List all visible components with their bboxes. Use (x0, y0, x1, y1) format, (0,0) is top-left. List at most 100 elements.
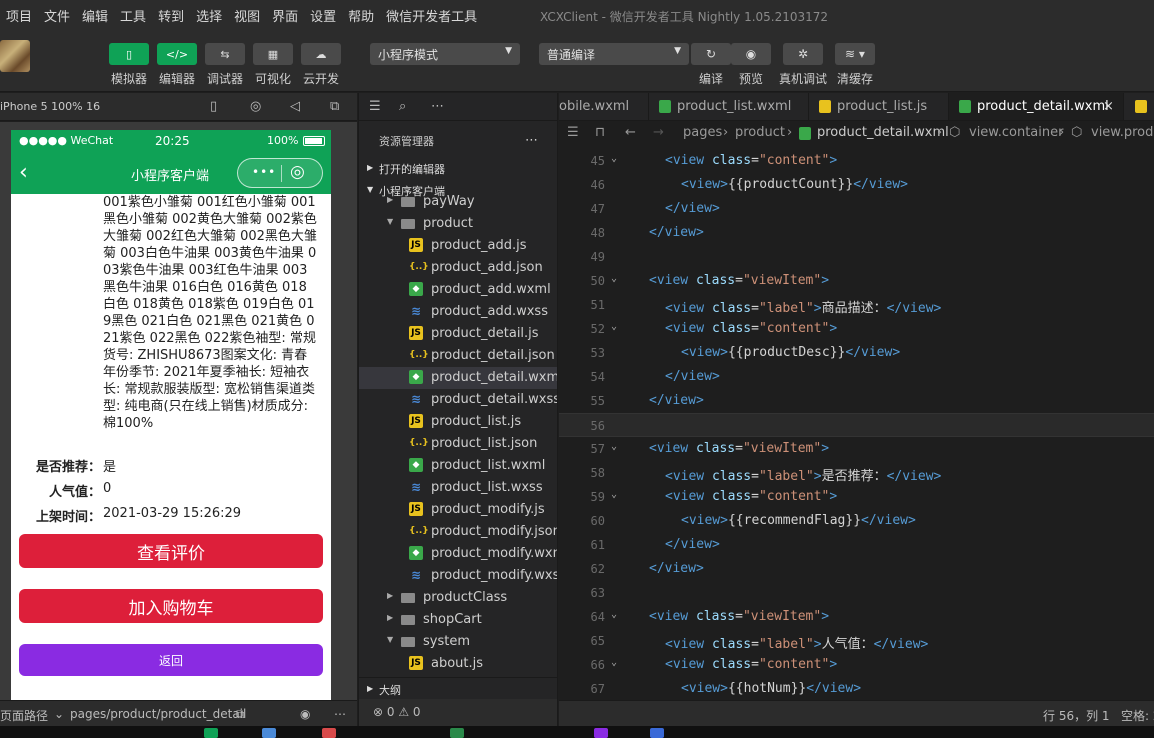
editor-tab[interactable]: product_list.wxml (649, 93, 809, 120)
code-line[interactable]: 58 <view class="label">是否推荐：</view> (559, 461, 1154, 485)
cloud-button[interactable]: ☁ (301, 43, 341, 65)
menu-item[interactable]: 设置 (304, 6, 342, 25)
fold-chevron-icon[interactable]: ⌄ (611, 321, 617, 332)
app-icon[interactable] (322, 728, 336, 738)
menu-item[interactable]: 项目 (0, 6, 38, 25)
menu-item[interactable]: 文件 (38, 6, 76, 25)
clear-cache-button[interactable]: ≋ ▾ (835, 43, 875, 65)
fold-chevron-icon[interactable]: ⌄ (611, 441, 617, 452)
tree-file[interactable]: JS product_add.js (359, 235, 557, 257)
code-line[interactable]: 53 <view>{{productDesc}}</view> (559, 341, 1154, 365)
menu-item[interactable]: 微信开发者工具 (380, 6, 483, 25)
tree-folder[interactable]: ▶ payWay (359, 191, 557, 213)
simulator-toggle-button[interactable]: ▯ (109, 43, 149, 65)
tree-file[interactable]: ◆ product_modify.wxml (359, 543, 557, 565)
code-line[interactable]: 54 </view> (559, 365, 1154, 389)
menu-item[interactable]: 界面 (266, 6, 304, 25)
compile-button[interactable]: ↻ (691, 43, 731, 65)
more-icon[interactable]: ⋯ (334, 707, 346, 721)
code-line[interactable]: 62 </view> (559, 557, 1154, 581)
app-icon[interactable] (204, 728, 218, 738)
view-reviews-button[interactable]: 查看评价 (19, 534, 323, 568)
breadcrumb-item[interactable]: product (735, 125, 785, 140)
app-icon[interactable] (450, 728, 464, 738)
code-line[interactable]: 48 </view> (559, 221, 1154, 245)
popout-icon[interactable]: ⧉ (330, 99, 339, 114)
add-to-cart-button[interactable]: 加入购物车 (19, 589, 323, 623)
code-line[interactable]: 65 <view class="label">人气值：</view> (559, 629, 1154, 653)
app-icon[interactable] (650, 728, 664, 738)
code-line[interactable]: 45 ⌄ <view class="content"> (559, 149, 1154, 173)
device-icon[interactable]: ▯ (210, 99, 217, 114)
editor-tab[interactable]: product_list.js (809, 93, 949, 120)
tree-file[interactable]: {..} product_modify.json (359, 521, 557, 543)
tree-file[interactable]: ≋ product_modify.wxss (359, 565, 557, 587)
code-line[interactable]: 67 <view>{{hotNum}}</view> (559, 677, 1154, 700)
code-line[interactable]: 46 <view>{{productCount}}</view> (559, 173, 1154, 197)
cursor-position[interactable]: 行 56，列 1 (1043, 707, 1110, 724)
menu-item[interactable]: 工具 (114, 6, 152, 25)
avatar[interactable] (0, 40, 30, 72)
menu-item[interactable]: 编辑 (76, 6, 114, 25)
editor-toggle-button[interactable]: </> (157, 43, 197, 65)
tree-file[interactable]: {..} product_add.json (359, 257, 557, 279)
tree-file[interactable]: ◆ product_add.wxml (359, 279, 557, 301)
volume-icon[interactable]: ◁ (290, 99, 300, 114)
code-line[interactable]: 59 ⌄ <view class="content"> (559, 485, 1154, 509)
back-button[interactable]: 返回 (19, 644, 323, 676)
tree-file[interactable]: JS product_list.js (359, 411, 557, 433)
close-icon[interactable]: × (1103, 99, 1114, 114)
arrow-right-icon[interactable]: → (653, 125, 664, 140)
preview-button[interactable]: ◉ (731, 43, 771, 65)
tree-file[interactable]: JS about.js (359, 653, 557, 675)
menu-item[interactable]: 转到 (152, 6, 190, 25)
code-line[interactable]: 47 </view> (559, 197, 1154, 221)
app-icon[interactable] (262, 728, 276, 738)
mode-select[interactable]: 小程序模式 ▼ (370, 43, 520, 65)
code-line[interactable]: 55 </view> (559, 389, 1154, 413)
tree-file[interactable]: ◆ product_detail.wxml (359, 367, 557, 389)
more-icon[interactable]: ⋯ (525, 133, 538, 148)
tree-file[interactable]: ◆ product_list.wxml (359, 455, 557, 477)
fold-chevron-icon[interactable]: ⌄ (611, 273, 617, 284)
menu-item[interactable]: 选择 (190, 6, 228, 25)
compile-select[interactable]: 普通编译 ▼ (539, 43, 689, 65)
tree-file[interactable]: ≋ product_detail.wxss (359, 389, 557, 411)
debugger-toggle-button[interactable]: ⇆ (205, 43, 245, 65)
more-icon[interactable]: ⋯ (431, 99, 444, 114)
outline-section[interactable]: ▶ 大纲 (359, 677, 557, 699)
search-icon[interactable]: ⌕ (399, 99, 406, 114)
list-icon[interactable]: ☰ (567, 125, 579, 140)
code-line[interactable]: 56 (559, 413, 1154, 437)
code-line[interactable]: 49 (559, 245, 1154, 269)
fold-chevron-icon[interactable]: ⌄ (611, 657, 617, 668)
editor-tab[interactable]: product_detail.wxml × (949, 93, 1124, 120)
fold-chevron-icon[interactable]: ⌄ (611, 489, 617, 500)
indent-setting[interactable]: 空格: 2 (1121, 707, 1154, 724)
breadcrumb-item[interactable]: pages (683, 125, 722, 140)
tree-folder[interactable]: ▼ system (359, 631, 557, 653)
editor-tab[interactable]: obile.wxml (559, 93, 649, 120)
tree-file[interactable]: ≋ product_list.wxss (359, 477, 557, 499)
close-circle-icon[interactable]: ◎ (290, 162, 305, 182)
device-select[interactable]: iPhone 5 100% 16 (0, 100, 100, 113)
record-icon[interactable]: ◎ (250, 99, 261, 114)
chevron-down-icon[interactable]: ⌄ (54, 707, 64, 721)
fold-chevron-icon[interactable]: ⌄ (611, 153, 617, 164)
back-arrow-icon[interactable]: ‹ (19, 160, 28, 185)
eye-icon[interactable]: ◉ (300, 707, 310, 721)
code-line[interactable]: 63 (559, 581, 1154, 605)
tree-folder[interactable]: ▼ product (359, 213, 557, 235)
menu-item[interactable]: 视图 (228, 6, 266, 25)
app-icon[interactable] (594, 728, 608, 738)
tree-file[interactable]: JS product_modify.js (359, 499, 557, 521)
problems-status[interactable]: ⊗ 0 ⚠ 0 (359, 699, 557, 726)
tree-folder[interactable]: ▶ productClass (359, 587, 557, 609)
code-line[interactable]: 51 <view class="label">商品描述：</view> (559, 293, 1154, 317)
code-line[interactable]: 64 ⌄ <view class="viewItem"> (559, 605, 1154, 629)
code-line[interactable]: 61 </view> (559, 533, 1154, 557)
visual-toggle-button[interactable]: ▦ (253, 43, 293, 65)
tree-file[interactable]: {..} product_list.json (359, 433, 557, 455)
tree-file[interactable]: {..} product_detail.json (359, 345, 557, 367)
code-line[interactable]: 57 ⌄ <view class="viewItem"> (559, 437, 1154, 461)
